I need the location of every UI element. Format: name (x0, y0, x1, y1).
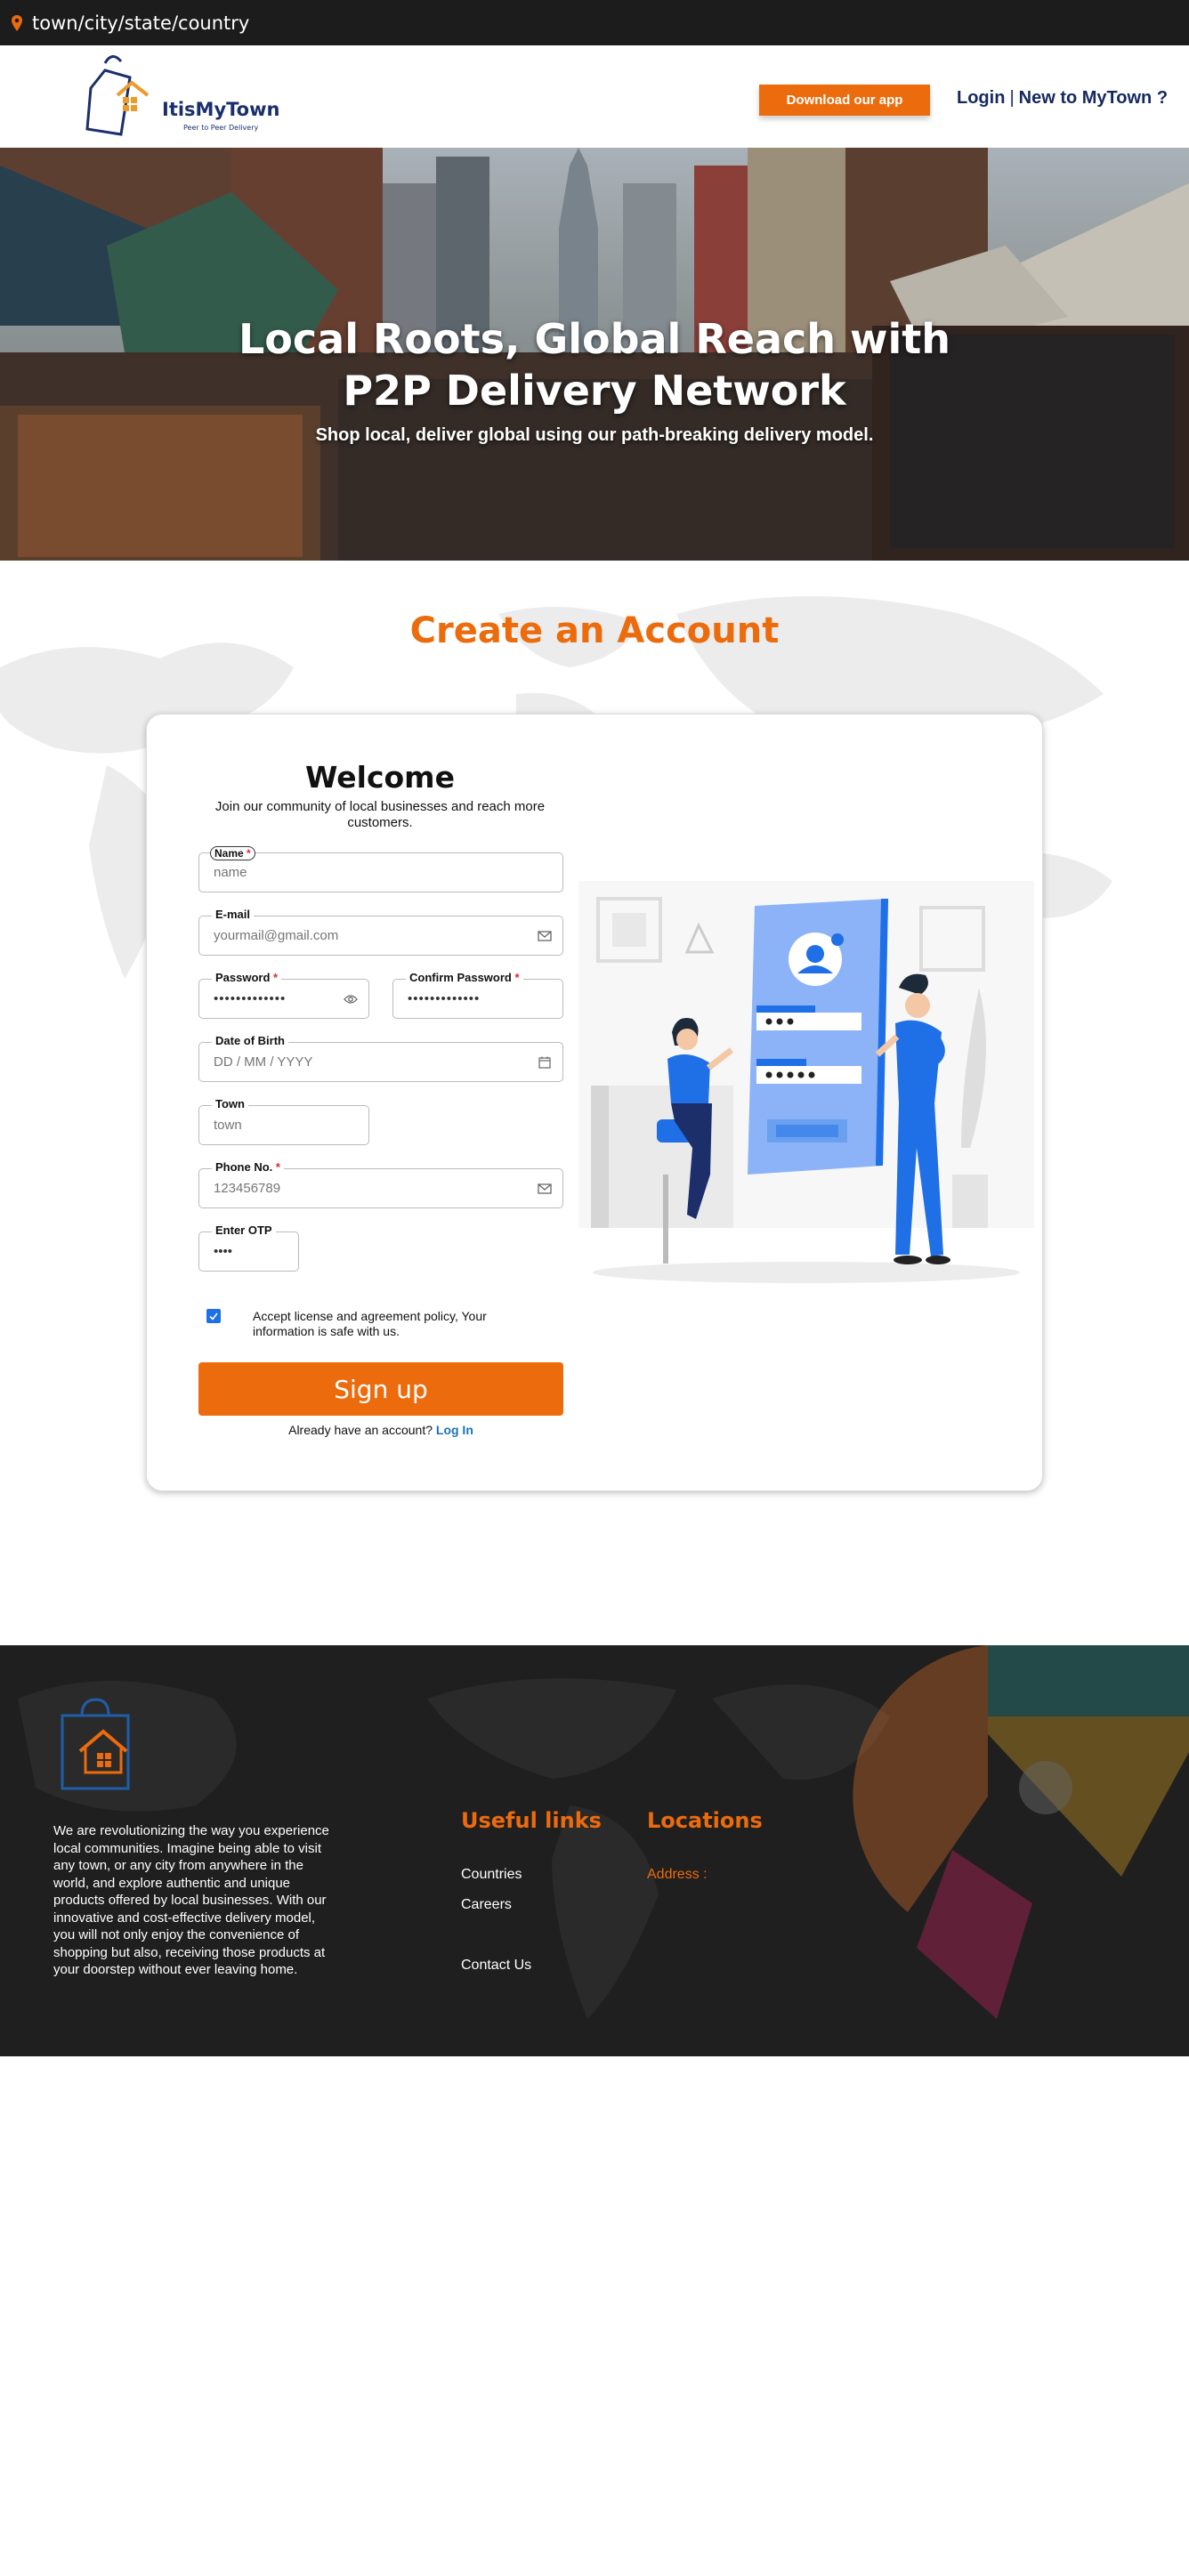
welcome-heading: Welcome (305, 760, 455, 795)
name-input[interactable] (214, 853, 532, 892)
footer-link-contact[interactable]: Contact Us (461, 1958, 531, 1974)
footer-address-label: Address : (647, 1867, 708, 1882)
otp-field: Enter OTP (198, 1223, 299, 1272)
auth-separator: | (1009, 88, 1015, 108)
useful-links-heading: Useful links (461, 1808, 602, 1833)
dob-field: Date of Birth (198, 1034, 563, 1082)
register-link[interactable]: New to MyTown ? (1019, 88, 1168, 108)
town-field: Town (198, 1097, 369, 1145)
location-bar: town/city/state/country (0, 0, 1189, 45)
otp-input[interactable] (214, 1232, 276, 1271)
password-input[interactable] (214, 980, 329, 1018)
have-account-text: Already have an account? Log In (198, 1423, 563, 1437)
logo-tagline: Peer to Peer Delivery (183, 124, 259, 132)
auth-links: Login | New to MyTown ? (957, 88, 1168, 109)
footer-logo-icon (61, 1698, 130, 1790)
location-text[interactable]: town/city/state/country (32, 12, 249, 34)
phone-input[interactable] (214, 1169, 532, 1207)
hero-subtitle: Shop local, deliver global using our pat… (315, 425, 874, 445)
logo-text: ItisMyTown (162, 99, 280, 120)
site-footer: We are revolutionizing the way you exper… (0, 1645, 1189, 2056)
confirm-password-input[interactable] (408, 980, 532, 1018)
hero-title-line1: Local Roots, Global Reach with (238, 315, 951, 363)
bag-logo-icon (85, 55, 150, 136)
footer-link-countries[interactable]: Countries (461, 1867, 522, 1883)
footer-link-careers[interactable]: Careers (461, 1897, 512, 1913)
signup-button[interactable]: Sign up (198, 1362, 563, 1416)
eye-icon[interactable] (344, 993, 358, 1005)
map-pin-icon (12, 14, 22, 31)
signup-illustration (578, 881, 1034, 1283)
name-field: Name * (198, 846, 563, 892)
mail-icon (538, 930, 552, 941)
town-input[interactable] (214, 1106, 338, 1144)
locations-heading: Locations (647, 1808, 763, 1833)
welcome-subtitle: Join our community of local businesses a… (214, 799, 546, 830)
have-account-label: Already have an account? (288, 1423, 433, 1437)
footer-about-text: We are revolutionizing the way you exper… (53, 1823, 329, 1977)
hero-banner: Local Roots, Global Reach with P2P Deliv… (0, 148, 1189, 561)
mail-icon (538, 1183, 552, 1194)
login-link-form[interactable]: Log In (436, 1423, 473, 1437)
email-input[interactable] (214, 917, 532, 955)
dob-input[interactable] (214, 1043, 532, 1081)
create-account-title: Create an Account (409, 610, 780, 651)
site-logo[interactable]: ItisMyTown Peer to Peer Delivery (85, 52, 279, 141)
email-field: E-mail (198, 908, 563, 956)
phone-field: Phone No. * (198, 1160, 563, 1208)
password-field: Password * (198, 971, 369, 1019)
agree-checkbox[interactable] (206, 1309, 221, 1323)
check-icon (209, 1312, 218, 1320)
agree-label: Accept license and agreement policy, You… (253, 1309, 487, 1338)
calendar-icon[interactable] (538, 1056, 552, 1069)
login-link[interactable]: Login (957, 88, 1005, 108)
confirm-password-field: Confirm Password * (392, 971, 563, 1019)
download-app-button[interactable]: Download our app (759, 85, 930, 116)
hero-title-line2: P2P Delivery Network (343, 367, 846, 415)
hero-title: Local Roots, Global Reach with P2P Deliv… (0, 313, 1189, 416)
site-header: ItisMyTown Peer to Peer Delivery Downloa… (0, 45, 1189, 148)
